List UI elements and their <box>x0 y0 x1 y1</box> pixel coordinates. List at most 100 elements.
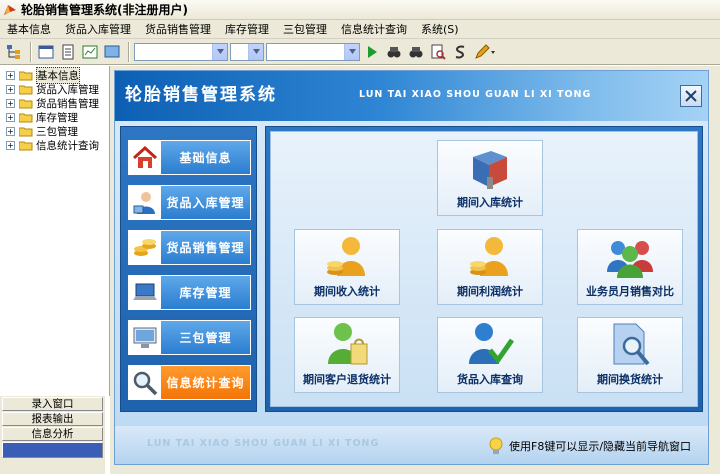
navigation-panel: 轮胎销售管理系统 LUN TAI XIAO SHOU GUAN LI XI TO… <box>114 70 709 465</box>
user-bag-icon <box>328 323 368 365</box>
chart-button[interactable] <box>80 42 100 62</box>
navigation-tree: + 基本信息 + 货品入库管理 + 货品销售管理 + 库存管理 + 三包管理 +… <box>0 66 110 396</box>
users-group-icon <box>607 241 653 278</box>
user-coins-icon <box>327 237 365 276</box>
field-combo[interactable] <box>134 42 228 61</box>
selected-bar <box>2 442 103 458</box>
window-title: 轮胎销售管理系统(非注册用户) <box>21 3 188 17</box>
folder-icon <box>19 127 33 136</box>
value-combo[interactable] <box>266 42 360 61</box>
user-coins-icon <box>470 237 508 276</box>
list-view-button[interactable] <box>36 42 56 62</box>
folder-icon <box>19 141 33 150</box>
book-icon <box>473 151 507 189</box>
search-button[interactable] <box>384 42 404 62</box>
title-bar: 轮胎销售管理系统(非注册用户) <box>0 0 720 20</box>
nav-label: 货品入库管理 <box>166 196 245 210</box>
expand-icon[interactable]: + <box>6 70 15 80</box>
tree-node-inventory[interactable]: + 库存管理 <box>0 110 109 124</box>
screen-icon <box>104 45 120 57</box>
left-button-stack: 录入窗口 报表输出 信息分析 <box>0 396 105 474</box>
replace-button[interactable] <box>450 42 470 62</box>
tree-icon <box>7 44 20 59</box>
nav-basic-info[interactable]: 基础信息 <box>128 140 251 175</box>
expand-icon[interactable]: + <box>6 98 15 108</box>
folder-icon <box>19 85 33 94</box>
find-next-button[interactable] <box>406 42 426 62</box>
menu-stock-in[interactable]: 货品入库管理 <box>58 21 138 37</box>
screen-button[interactable] <box>102 42 122 62</box>
play-icon <box>368 45 377 58</box>
run-query-button[interactable] <box>362 42 382 62</box>
panel-subtitle: LUN TAI XIAO SHOU GUAN LI XI TONG <box>359 89 592 100</box>
menu-sales[interactable]: 货品销售管理 <box>138 21 218 37</box>
hint-text: 使用F8键可以显示/隐藏当前导航窗口 <box>509 440 692 453</box>
chevron-down-icon <box>248 43 263 60</box>
tree-node-sales[interactable]: + 货品销售管理 <box>0 96 109 110</box>
close-icon <box>685 90 697 102</box>
card-salesperson-monthly-comparison[interactable]: 业务员月销售对比 <box>577 229 683 305</box>
toolbar <box>0 39 720 65</box>
menu-bar: 基本信息 货品入库管理 货品销售管理 库存管理 三包管理 信息统计查询 系统(S… <box>0 20 720 39</box>
card-label: 货品入库查询 <box>457 373 523 386</box>
chart-icon <box>82 45 98 58</box>
card-period-exchange-stats[interactable]: 期间换货统计 <box>577 317 683 393</box>
expand-icon[interactable]: + <box>6 126 15 136</box>
tree-node-label: 货品入库管理 <box>36 83 99 96</box>
panel-title: 轮胎销售管理系统 <box>125 85 277 105</box>
magnifier-icon <box>133 371 158 395</box>
tree-node-statistics[interactable]: + 信息统计查询 <box>0 138 109 152</box>
binoculars-icon <box>409 46 423 57</box>
entry-window-button[interactable]: 录入窗口 <box>2 397 103 411</box>
nav-label: 货品销售管理 <box>166 241 245 255</box>
expand-icon[interactable]: + <box>6 84 15 94</box>
menu-warranty[interactable]: 三包管理 <box>276 21 334 37</box>
person-computer-icon <box>133 191 155 214</box>
coins-icon <box>134 238 156 256</box>
expand-icon[interactable]: + <box>6 112 15 122</box>
card-period-customer-return-stats[interactable]: 期间客户退货统计 <box>294 317 400 393</box>
menu-system[interactable]: 系统(S) <box>414 21 466 37</box>
close-button[interactable] <box>680 85 702 107</box>
toolbar-separator <box>128 41 130 62</box>
document-button[interactable] <box>58 42 78 62</box>
menu-statistics[interactable]: 信息统计查询 <box>334 21 414 37</box>
tree-node-label: 信息统计查询 <box>36 139 99 152</box>
report-output-button[interactable]: 报表输出 <box>2 412 103 426</box>
filter-button[interactable] <box>428 42 448 62</box>
card-stock-in-query[interactable]: 货品入库查询 <box>437 317 543 393</box>
tree-node-stock-in[interactable]: + 货品入库管理 <box>0 82 109 96</box>
pencil-icon <box>475 43 495 59</box>
binoculars-icon <box>387 46 401 57</box>
nav-label: 基础信息 <box>179 151 232 165</box>
chevron-down-icon <box>344 43 359 60</box>
nav-stock-in[interactable]: 货品入库管理 <box>128 185 251 220</box>
menu-basic-info[interactable]: 基本信息 <box>0 21 58 37</box>
expand-icon[interactable]: + <box>6 140 15 150</box>
card-label: 期间换货统计 <box>597 373 663 386</box>
f8-hint: 使用F8键可以显示/隐藏当前导航窗口 <box>487 436 691 456</box>
tree-node-basic-info[interactable]: + 基本信息 <box>0 66 109 84</box>
nav-label: 信息统计查询 <box>166 376 245 390</box>
card-label: 期间客户退货统计 <box>303 373 391 386</box>
tree-node-warranty[interactable]: + 三包管理 <box>0 124 109 138</box>
edit-button[interactable] <box>472 42 498 62</box>
user-check-icon <box>469 323 514 365</box>
panel-footer: LUN TAI XIAO SHOU GUAN LI XI TONG 使用F8键可… <box>115 426 708 464</box>
card-period-stock-in-stats[interactable]: 期间入库统计 <box>437 140 543 216</box>
magnifier-icon <box>431 44 446 60</box>
monitor-icon <box>133 327 157 348</box>
footer-watermark: LUN TAI XIAO SHOU GUAN LI XI TONG <box>147 438 380 449</box>
operator-combo[interactable] <box>230 42 264 61</box>
card-period-profit-stats[interactable]: 期间利润统计 <box>437 229 543 305</box>
nav-statistics[interactable]: 信息统计查询 <box>128 365 251 400</box>
tree-view-button[interactable] <box>4 42 24 62</box>
card-period-income-stats[interactable]: 期间收入统计 <box>294 229 400 305</box>
function-grid: 期间入库统计 期间收入统计 期间利润统计 业务员月销售对比 期间客户退货统计 货… <box>270 131 698 407</box>
nav-sales[interactable]: 货品销售管理 <box>128 230 251 265</box>
menu-inventory[interactable]: 库存管理 <box>218 21 276 37</box>
panel-header: 轮胎销售管理系统 LUN TAI XIAO SHOU GUAN LI XI TO… <box>115 71 708 121</box>
nav-inventory[interactable]: 库存管理 <box>128 275 251 310</box>
info-analysis-button[interactable]: 信息分析 <box>2 427 103 441</box>
nav-warranty[interactable]: 三包管理 <box>128 320 251 355</box>
